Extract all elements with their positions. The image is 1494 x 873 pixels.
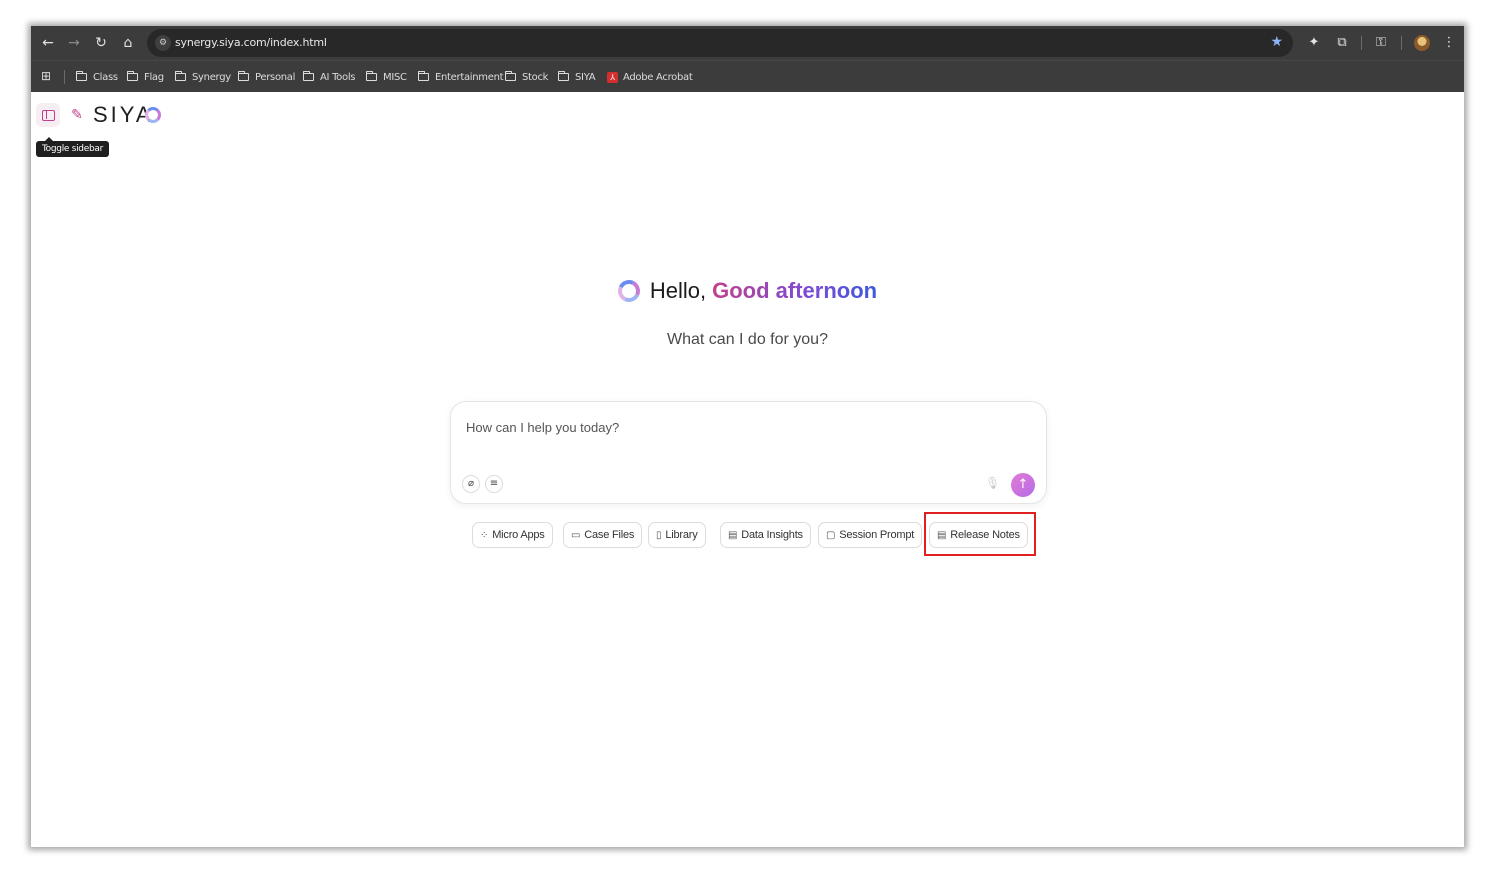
bookmark-flag[interactable]: Flag: [126, 70, 164, 84]
bookmark-synergy[interactable]: Synergy: [174, 70, 231, 84]
grid-icon: ⁘: [480, 529, 489, 541]
bookmark-adobe-acrobat[interactable]: ⅄ Adobe Acrobat: [607, 70, 693, 84]
forward-icon[interactable]: →: [65, 34, 83, 52]
document-icon: ▯: [656, 529, 662, 541]
bookmark-star-icon[interactable]: ★: [1270, 34, 1283, 50]
folder-icon: [174, 71, 186, 81]
siya-logo-orb-icon: [145, 107, 161, 123]
apps-grid-icon[interactable]: ⊞: [41, 69, 51, 83]
bookmark-label: Adobe Acrobat: [623, 71, 693, 83]
chip-session-prompt[interactable]: ▢ Session Prompt: [818, 522, 923, 548]
folder-icon: [75, 71, 87, 81]
bookmark-stock[interactable]: Stock: [504, 70, 549, 84]
greeting-time-of-day: Good afternoon: [712, 278, 878, 303]
chip-label: Case Files: [584, 529, 635, 541]
bookmark-siya[interactable]: SIYA: [557, 70, 596, 84]
message-icon: ▢: [826, 529, 836, 541]
chip-label: Data Insights: [741, 529, 803, 541]
folder-icon: [237, 71, 249, 81]
chip-case-files[interactable]: ▭ Case Files: [563, 522, 643, 548]
chip-data-insights[interactable]: ▤ Data Insights: [720, 522, 811, 548]
chip-label: Session Prompt: [839, 529, 915, 541]
chart-card-icon: ▤: [728, 529, 738, 541]
sidebar-icon: [41, 109, 55, 121]
bookmark-label: Flag: [144, 71, 164, 83]
folder-icon: [417, 71, 429, 81]
toggle-sidebar-button[interactable]: [36, 103, 60, 127]
extension-icon[interactable]: ✦: [1305, 34, 1323, 52]
greeting-heading: Hello, Good afternoon: [31, 276, 1464, 306]
puzzle-icon[interactable]: ⧉: [1333, 34, 1351, 52]
folder-icon: [126, 71, 138, 81]
prompt-input-card[interactable]: How can I help you today? ⌀ ≡ 🎙 ↑: [450, 401, 1047, 504]
home-icon[interactable]: ⌂: [119, 34, 137, 52]
send-arrow-button[interactable]: ↑: [1011, 473, 1035, 497]
greeting-hello: Hello,: [649, 278, 707, 303]
profile-avatar[interactable]: [1414, 35, 1430, 51]
chip-label: Micro Apps: [492, 529, 545, 541]
prompt-input[interactable]: How can I help you today?: [466, 420, 619, 435]
bookmark-misc[interactable]: MISC: [365, 70, 407, 84]
browser-toolbar: ← → ↻ ⌂ ⚙ synergy.siya.com/index.html ★ …: [31, 26, 1464, 60]
greeting-subtitle: What can I do for you?: [667, 331, 828, 348]
site-settings-icon[interactable]: ⚙: [155, 35, 171, 51]
bookmark-label: Stock: [522, 71, 549, 83]
browser-window: ← → ↻ ⌂ ⚙ synergy.siya.com/index.html ★ …: [31, 26, 1464, 847]
bookmarks-divider: [64, 70, 65, 84]
bookmark-personal[interactable]: Personal: [237, 70, 296, 84]
bookmark-class[interactable]: Class: [75, 70, 118, 84]
bookmark-entertainment[interactable]: Entertainment: [417, 70, 504, 84]
reload-icon[interactable]: ↻: [92, 34, 110, 52]
bookmark-ai-tools[interactable]: AI Tools: [302, 70, 356, 84]
release-notes-highlight-box: [924, 512, 1036, 556]
bookmark-label: MISC: [383, 71, 407, 83]
bookmark-label: SIYA: [575, 71, 596, 83]
microphone-icon[interactable]: 🎙: [985, 476, 1000, 490]
folder-icon: ▭: [571, 529, 581, 541]
chip-label: Library: [665, 529, 698, 541]
chip-library[interactable]: ▯ Library: [648, 522, 706, 548]
folder-icon: [302, 71, 314, 81]
new-chat-edit-icon[interactable]: ✎: [68, 106, 86, 124]
bookmark-label: AI Tools: [320, 71, 356, 83]
pdf-icon: ⅄: [607, 71, 618, 83]
url-text[interactable]: synergy.siya.com/index.html: [175, 36, 327, 49]
folder-icon: [504, 71, 516, 81]
bookmark-label: Synergy: [192, 71, 231, 83]
chip-micro-apps[interactable]: ⁘ Micro Apps: [472, 522, 553, 548]
password-key-icon[interactable]: ⚿: [1372, 34, 1390, 52]
bookmark-label: Personal: [255, 71, 296, 83]
attach-paperclip-icon[interactable]: ⌀: [462, 475, 480, 493]
toolbar-divider: [1401, 36, 1402, 50]
settings-sliders-icon[interactable]: ≡: [485, 475, 503, 493]
toggle-sidebar-tooltip: Toggle sidebar: [36, 137, 109, 157]
toolbar-divider: [1361, 36, 1362, 50]
siya-orb-icon: [614, 276, 643, 306]
bookmark-label: Class: [93, 71, 118, 83]
bookmark-label: Entertainment: [435, 71, 504, 83]
address-bar[interactable]: ⚙ synergy.siya.com/index.html ★: [147, 29, 1293, 57]
folder-icon: [557, 71, 569, 81]
more-menu-icon[interactable]: ⋮: [1440, 34, 1458, 52]
bookmarks-bar: ⊞ Class Flag Synergy Personal AI Tools M…: [31, 60, 1464, 92]
folder-icon: [365, 71, 377, 81]
back-icon[interactable]: ←: [39, 34, 57, 52]
